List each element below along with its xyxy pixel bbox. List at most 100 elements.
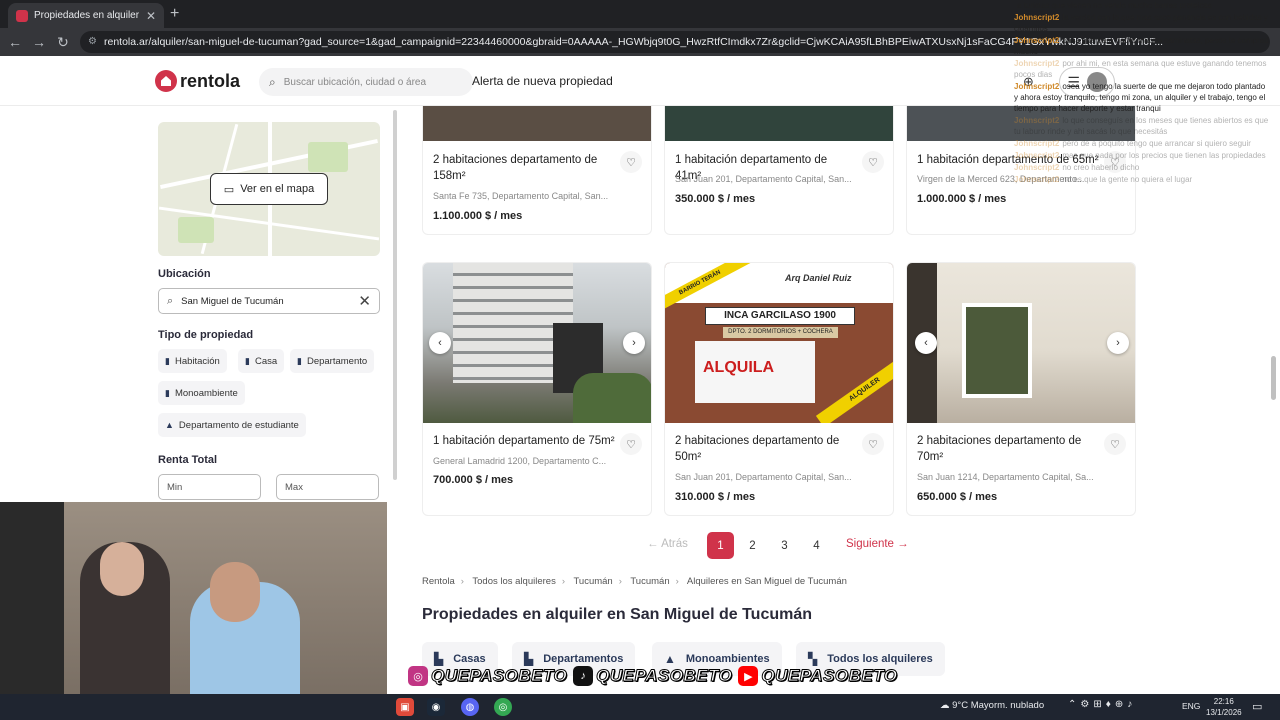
reload-icon[interactable]: ↻ xyxy=(51,34,75,51)
view-on-map-button[interactable]: ▭ Ver en el mapa xyxy=(210,173,328,205)
new-tab-icon[interactable]: + xyxy=(170,5,179,23)
social-banner: ◎ QUEPASOBETO ♪ QUEPASOBETO ▶ QUEPASOBET… xyxy=(408,664,904,688)
sign-rooms: DPTO. 2 DORMITORIOS + COCHERA xyxy=(723,327,838,338)
system-tray[interactable]: ⌃⚙⊞♦⊕♪ xyxy=(1068,699,1136,710)
sign-alquila: ALQUILA xyxy=(703,359,775,376)
sidebar-scrollbar[interactable] xyxy=(393,110,397,480)
chat-user: Johnscript2 xyxy=(1014,13,1060,22)
listing-photo[interactable]: Arq Daniel Ruiz BARRIO TERÁN INCA GARCIL… xyxy=(665,263,893,423)
chat-message: Johnscript2 mas que nada por los precios … xyxy=(1014,150,1270,161)
listing-card[interactable]: ‹ › 2 habitaciones departamento de 70m² … xyxy=(906,262,1136,516)
favorite-heart-icon[interactable]: ♡ xyxy=(862,151,884,173)
house-logo-icon xyxy=(155,70,177,92)
listing-card[interactable]: ‹ › 1 habitación departamento de 75m² Ge… xyxy=(422,262,652,516)
url-text: rentola.ar/alquiler/san-miguel-de-tucuma… xyxy=(104,36,1164,48)
rentola-logo[interactable]: rentola xyxy=(155,70,240,92)
close-tab-icon[interactable]: ✕ xyxy=(146,9,156,23)
streamer-left-face xyxy=(100,542,144,596)
prev-photo-icon[interactable]: ‹ xyxy=(429,332,451,354)
chat-user: Johnscript2 xyxy=(1014,139,1060,148)
listing-title[interactable]: 2 habitaciones departamento de 158m² xyxy=(433,152,608,184)
listing-photo[interactable] xyxy=(423,106,651,141)
min-rent-input[interactable]: Min xyxy=(158,474,261,500)
breadcrumb-item[interactable]: Rentola xyxy=(422,576,455,587)
breadcrumb-item[interactable]: Tucumán xyxy=(573,576,612,587)
app-icon[interactable]: ▣ xyxy=(396,698,414,716)
listing-price: 310.000 $ / mes xyxy=(675,491,756,503)
chat-message: Johnscript2 no creo haberlo dicho xyxy=(1014,162,1270,173)
stream-chat-overlay: a turistas que vienen no vendo mucho bar… xyxy=(1014,0,1270,270)
weather-widget[interactable]: ☁ 9°C Mayorm. nublado xyxy=(940,700,1044,711)
chat-user: Johnscript2 xyxy=(1014,151,1060,160)
chip-monoambiente[interactable]: ▮ Monoambiente xyxy=(158,381,245,405)
listing-photo[interactable] xyxy=(665,106,893,141)
favorite-heart-icon[interactable]: ♡ xyxy=(862,433,884,455)
listing-title[interactable]: 2 habitaciones departamento de 50m² xyxy=(675,433,850,465)
listing-card[interactable]: 2 habitaciones departamento de 158m² San… xyxy=(422,106,652,235)
page-3[interactable]: 3 xyxy=(771,532,798,559)
plants xyxy=(573,373,651,423)
pagination-prev[interactable]: ← Atrás xyxy=(647,538,688,550)
chat-user: Johnscript2 xyxy=(1014,59,1060,68)
listing-card[interactable]: Arq Daniel Ruiz BARRIO TERÁN INCA GARCIL… xyxy=(664,262,894,516)
language-indicator[interactable]: ENG xyxy=(1182,701,1200,711)
breadcrumb-item[interactable]: Todos los alquileres xyxy=(472,576,555,587)
chip-label: Monoambiente xyxy=(174,387,238,399)
map-icon: ▭ xyxy=(223,183,235,196)
favorite-heart-icon[interactable]: ♡ xyxy=(620,433,642,455)
listing-photo[interactable]: ‹ › xyxy=(907,263,1135,423)
listing-card[interactable]: 1 habitación departamento de 41m² San Ju… xyxy=(664,106,894,235)
page-4[interactable]: 4 xyxy=(803,532,830,559)
listing-photo[interactable]: ‹ › xyxy=(423,263,651,423)
chrome-icon[interactable]: ◎ xyxy=(494,698,512,716)
clock[interactable]: 22:16 13/1/2026 xyxy=(1206,696,1242,718)
location-input[interactable]: ⌕ San Miguel de Tucumán ✕ xyxy=(158,288,380,314)
header-search-input[interactable]: ⌕ Buscar ubicación, ciudad o área xyxy=(259,68,473,96)
graduation-cap-icon: ▲ xyxy=(165,420,174,430)
page-1[interactable]: 1 xyxy=(707,532,734,559)
listing-title[interactable]: 1 habitación departamento de 75m² xyxy=(433,433,618,449)
logo-text: rentola xyxy=(180,70,241,91)
chat-message: Johnscript2 pero de a poquito tengo que a… xyxy=(1014,138,1270,149)
chat-message: Johnscript2 osea yo tengo la suerte de qu… xyxy=(1014,81,1270,114)
chip-departamento[interactable]: ▮ Departamento xyxy=(290,349,375,373)
map-preview[interactable]: ▭ Ver en el mapa xyxy=(158,122,380,256)
chat-text: mas que nada por los precios que tienen … xyxy=(1062,151,1266,160)
steam-icon[interactable]: ◉ xyxy=(427,698,445,716)
listing-address: San Juan 1214, Departamento Capital, Sa.… xyxy=(917,472,1094,482)
chat-text: pero de a poquito tengo que arrancar si … xyxy=(1062,139,1251,148)
favorite-heart-icon[interactable]: ♡ xyxy=(620,151,642,173)
back-icon[interactable]: ← xyxy=(3,34,27,50)
favorite-heart-icon[interactable]: ♡ xyxy=(1104,433,1126,455)
browser-tab[interactable]: Propiedades en alquiler en San ✕ xyxy=(8,3,164,28)
next-photo-icon[interactable]: › xyxy=(623,332,645,354)
cloud-icon: ☁ xyxy=(940,700,950,711)
search-placeholder: Buscar ubicación, ciudad o área xyxy=(283,76,427,88)
max-rent-input[interactable]: Max xyxy=(276,474,379,500)
site-info-icon[interactable]: ⚙ xyxy=(88,31,97,53)
pagination-next[interactable]: Siguiente → xyxy=(846,538,909,550)
search-icon: ⌕ xyxy=(269,74,276,89)
next-photo-icon[interactable]: › xyxy=(1107,332,1129,354)
chip-habitacion[interactable]: ▮ Habitación xyxy=(158,349,227,373)
discord-icon[interactable]: ◍ xyxy=(461,698,479,716)
chat-message: Johnscript2 por ahi mi, en esta semana qu… xyxy=(1014,58,1270,80)
tab-title: Propiedades en alquiler en San xyxy=(34,10,142,21)
listing-title[interactable]: 2 habitaciones departamento de 70m² xyxy=(917,433,1092,465)
sign-ribbon-bottom: ALQUILER xyxy=(815,352,893,423)
notification-icon[interactable]: ▭ xyxy=(1252,700,1262,713)
breadcrumb-item[interactable]: Tucumán xyxy=(630,576,669,587)
clear-location-icon[interactable]: ✕ xyxy=(358,292,371,310)
chip-departamento-estudiante[interactable]: ▲ Departamento de estudiante xyxy=(158,413,306,437)
breadcrumb-item[interactable]: Alquileres en San Miguel de Tucumán xyxy=(687,576,847,587)
page-2[interactable]: 2 xyxy=(739,532,766,559)
rent-total-heading: Renta Total xyxy=(158,454,218,466)
chip-casa[interactable]: ▮ Casa xyxy=(238,349,285,373)
prev-photo-icon[interactable]: ‹ xyxy=(915,332,937,354)
new-property-alert-link[interactable]: Alerta de nueva propiedad xyxy=(472,74,613,88)
social-handle: QUEPASOBETO xyxy=(596,666,733,686)
forward-icon[interactable]: → xyxy=(27,34,51,50)
social-handle: QUEPASOBETO xyxy=(430,666,568,686)
page-scrollbar[interactable] xyxy=(1271,356,1276,400)
sign-brand: Arq Daniel Ruiz xyxy=(785,273,852,283)
